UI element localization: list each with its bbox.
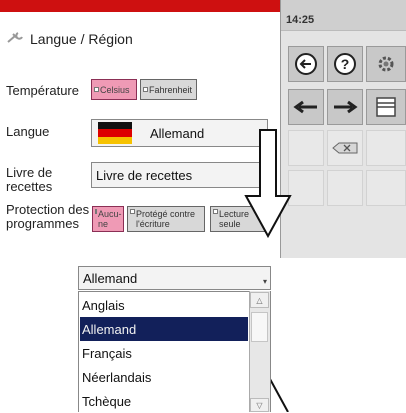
chevron-up-icon: △	[256, 295, 263, 305]
dropdown-scrollbar[interactable]	[249, 291, 270, 412]
list-item-anglais[interactable]: Anglais	[80, 293, 248, 317]
scrollbar-thumb[interactable]	[251, 312, 268, 342]
dropdown-arrow-icon: ▾	[262, 277, 267, 286]
list-item-allemand[interactable]: Allemand	[80, 317, 248, 341]
chevron-down-icon: ▽	[256, 400, 263, 410]
language-dropdown-list: Anglais Allemand Français Néerlandais Tc…	[78, 291, 271, 412]
list-item-neerlandais[interactable]: Néerlandais	[80, 365, 248, 389]
language-dropdown-field[interactable]: Allemand ▾	[78, 266, 271, 290]
dropdown-current-value: Allemand	[83, 270, 138, 286]
list-item-francais[interactable]: Français	[80, 341, 248, 365]
scroll-down-button[interactable]: ▽	[250, 398, 269, 412]
list-item-tcheque[interactable]: Tchèque	[80, 389, 248, 413]
down-arrow-icon	[244, 129, 292, 239]
scroll-up-button[interactable]: △	[250, 292, 269, 308]
